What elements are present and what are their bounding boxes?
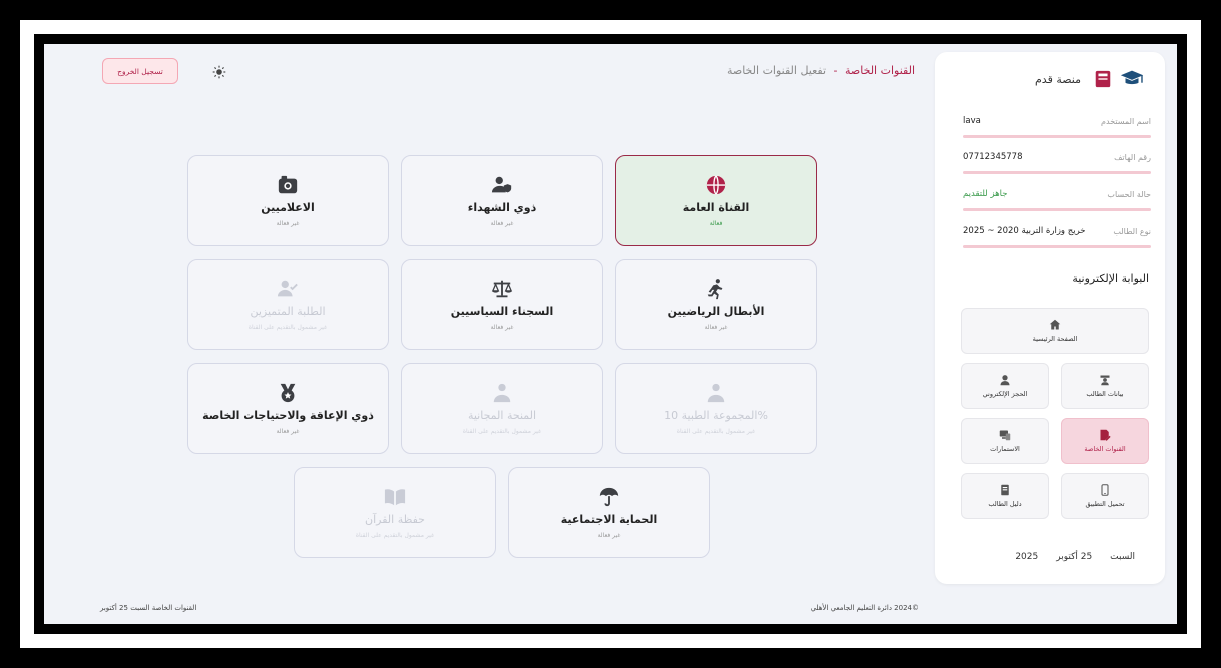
nav-home[interactable]: الصفحة الرئيسية	[961, 308, 1149, 354]
info-value: جاهز للتقديم	[963, 189, 1008, 199]
card-title: الأبطال الرياضيين	[667, 305, 765, 318]
nav-label: الاستمارات	[990, 445, 1020, 453]
page-title: القنوات الخاصة - تفعيل القنوات الخاصة	[727, 64, 915, 77]
info-phone: رقم الهاتف 07712345778	[963, 146, 1151, 174]
card-general-channel[interactable]: القناة العامة فعالة	[615, 155, 817, 246]
nav-student-guide[interactable]: دليل الطالب	[961, 473, 1049, 519]
card-title: المنحة المجانية	[467, 409, 537, 422]
date-day-month: 25 أكتوبر	[1056, 552, 1093, 562]
file-signature-icon	[1100, 429, 1111, 441]
medal-icon	[277, 382, 299, 404]
home-icon	[1049, 319, 1061, 330]
nav-label: الحجز الإلكتروني	[982, 390, 1028, 398]
card-title: القناة العامة	[682, 201, 750, 214]
sidebar-date: السبت 25 أكتوبر 2025	[1015, 552, 1135, 562]
brand: منصة قدم	[1035, 68, 1145, 90]
card-status: غير مشمول بالتقديم على القناة	[248, 324, 328, 331]
footer-copyright: ©2024 دائرة التعليم الجامعي الأهلي	[810, 604, 919, 612]
info-value: lava	[963, 116, 981, 126]
nav-forms[interactable]: الاستمارات	[961, 418, 1049, 464]
info-value: خريج وزارة التربية 2020 ~ 2025	[963, 226, 1086, 236]
page-title-sub: تفعيل القنوات الخاصة	[726, 64, 827, 77]
info-label: نوع الطالب	[1113, 226, 1151, 236]
card-title: %المجموعة الطبية 10	[664, 409, 768, 422]
card-status: غير مشمول بالتقديم على القناة	[462, 428, 542, 435]
card-status: غير فعالة	[276, 220, 300, 227]
card-media[interactable]: الاعلاميين غير فعالة	[187, 155, 389, 246]
nav-label: دليل الطالب	[988, 500, 1022, 508]
info-username: اسم المستخدم lava	[963, 110, 1151, 138]
card-athletes[interactable]: الأبطال الرياضيين غير فعالة	[615, 259, 817, 350]
page-title-main: القنوات الخاصة	[845, 64, 915, 77]
card-martyrs[interactable]: ذوي الشهداء غير فعالة	[401, 155, 603, 246]
user-tie-icon	[1000, 375, 1010, 386]
app-screen: القنوات الخاصة - تفعيل القنوات الخاصة تس…	[44, 44, 1177, 624]
nav-electronic-booking[interactable]: الحجز الإلكتروني	[961, 363, 1049, 409]
info-label: اسم المستخدم	[1101, 116, 1151, 126]
card-status: غير فعالة	[490, 324, 514, 331]
date-day: السبت	[1110, 552, 1135, 562]
nav-label: القنوات الخاصة	[1084, 445, 1126, 453]
theme-toggle-sun-icon[interactable]	[212, 64, 226, 79]
info-label: رقم الهاتف	[1114, 152, 1151, 162]
globe-icon	[705, 174, 727, 196]
card-title: السجناء السياسيين	[450, 305, 554, 318]
user-shield-icon	[491, 174, 513, 196]
footer-breadcrumb: القنوات الخاصة السبت 25 أكتوبر	[100, 604, 197, 612]
screenshot-border: القنوات الخاصة - تفعيل القنوات الخاصة تس…	[34, 34, 1187, 634]
nav-special-channels[interactable]: القنوات الخاصة	[1061, 418, 1149, 464]
nav-label: الصفحة الرئيسية	[1032, 335, 1078, 343]
card-status: غير فعالة	[276, 428, 300, 435]
nav-download-app[interactable]: تحميل التطبيق	[1061, 473, 1149, 519]
info-label: حالة الحساب	[1107, 189, 1151, 199]
info-value: 07712345778	[963, 152, 1023, 162]
user-check-icon	[277, 278, 299, 300]
card-free-grant[interactable]: المنحة المجانية غير مشمول بالتقديم على ا…	[401, 363, 603, 454]
card-title: الحماية الاجتماعية	[560, 513, 658, 526]
card-status: غير فعالة	[597, 532, 621, 539]
card-quran-memorizers[interactable]: حفظة القرآن غير مشمول بالتقديم على القنا…	[294, 467, 496, 558]
card-status: فعالة	[709, 220, 723, 227]
card-social-protection[interactable]: الحماية الاجتماعية غير فعالة	[508, 467, 710, 558]
card-political-prisoners[interactable]: السجناء السياسيين غير فعالة	[401, 259, 603, 350]
umbrella-icon	[598, 486, 620, 508]
card-status: غير مشمول بالتقديم على القناة	[355, 532, 435, 539]
desktop-icon	[999, 430, 1011, 441]
scales-icon	[491, 278, 513, 300]
logout-button[interactable]: تسجيل الخروج	[102, 58, 178, 84]
nav-label: بيانات الطالب	[1086, 390, 1124, 398]
card-medical-group[interactable]: %المجموعة الطبية 10 غير مشمول بالتقديم ع…	[615, 363, 817, 454]
student-data-icon	[1100, 375, 1110, 386]
card-disability[interactable]: ذوي الإعاقة والاحتياجات الخاصة غير فعالة	[187, 363, 389, 454]
user-graduate-icon	[491, 382, 513, 404]
mobile-icon	[1101, 484, 1109, 496]
brand-name: منصة قدم	[1035, 72, 1081, 86]
card-title: ذوي الإعاقة والاحتياجات الخاصة	[202, 409, 374, 422]
page-title-separator: -	[833, 64, 838, 77]
card-title: الطلبة المتميزين	[250, 305, 326, 318]
card-status: غير فعالة	[704, 324, 728, 331]
nav-label: تحميل التطبيق	[1085, 500, 1125, 508]
nav-student-data[interactable]: بيانات الطالب	[1061, 363, 1149, 409]
screenshot-frame: القنوات الخاصة - تفعيل القنوات الخاصة تس…	[20, 20, 1201, 648]
portal-title: البوابة الإلكترونية	[1072, 272, 1149, 285]
running-person-icon	[705, 278, 727, 300]
camera-icon	[277, 174, 299, 196]
book-logo-icon	[1087, 68, 1113, 90]
card-status: غير مشمول بالتقديم على القناة	[676, 428, 756, 435]
card-title: حفظة القرآن	[365, 513, 425, 526]
card-status: غير فعالة	[490, 220, 514, 227]
card-title: الاعلاميين	[261, 201, 315, 214]
info-student-type: نوع الطالب خريج وزارة التربية 2020 ~ 202…	[963, 220, 1151, 248]
card-distinguished-students[interactable]: الطلبة المتميزين غير مشمول بالتقديم على …	[187, 259, 389, 350]
info-account-status: حالة الحساب جاهز للتقديم	[963, 183, 1151, 211]
sidebar: منصة قدم اسم المستخدم lava رقم الهاتف 07…	[935, 52, 1165, 584]
card-title: ذوي الشهداء	[467, 201, 537, 214]
user-doctor-icon	[705, 382, 727, 404]
open-book-icon	[384, 486, 406, 508]
guide-book-icon	[1001, 484, 1009, 496]
date-year: 2025	[1015, 552, 1039, 562]
graduation-cap-icon	[1119, 68, 1145, 90]
